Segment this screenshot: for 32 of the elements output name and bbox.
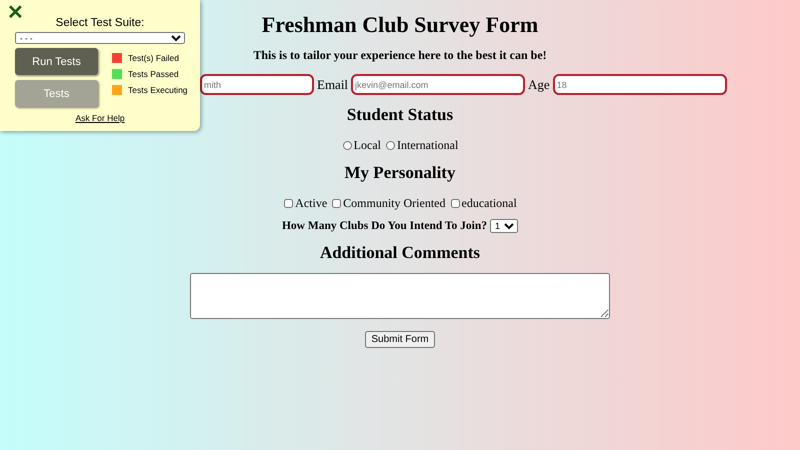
checkbox-label: Active bbox=[295, 196, 328, 211]
radio-label: Local bbox=[354, 138, 381, 153]
suite-select[interactable]: - - - bbox=[15, 32, 185, 44]
input-field[interactable]: 18 bbox=[552, 74, 727, 95]
legend-label: Tests Executing bbox=[128, 84, 188, 94]
legend-label: Test(s) Failed bbox=[128, 52, 180, 62]
checkbox[interactable] bbox=[284, 199, 294, 208]
clubs-label: How Many Clubs Do You Intend To Join? bbox=[282, 220, 488, 232]
submit-button[interactable]: Submit Form bbox=[365, 331, 435, 348]
clubs-select[interactable]: 1 bbox=[490, 219, 518, 233]
section-heading: Student Status bbox=[346, 105, 454, 125]
comments-field[interactable] bbox=[190, 273, 610, 319]
checkbox[interactable] bbox=[450, 199, 460, 208]
checkbox-label: Community Oriented bbox=[343, 196, 446, 211]
form-title: Freshman Club Survey Form bbox=[262, 12, 538, 38]
field-label: Age bbox=[528, 76, 550, 92]
radio-button[interactable] bbox=[386, 141, 395, 150]
section-heading: Additional Comments bbox=[320, 243, 480, 263]
checkbox-label: educational bbox=[462, 196, 517, 211]
help-link[interactable]: Ask For Help bbox=[15, 113, 185, 123]
section-heading: My Personality bbox=[344, 163, 456, 183]
checkbox[interactable] bbox=[332, 199, 342, 208]
radio-button[interactable] bbox=[342, 141, 352, 150]
input-field[interactable]: mith bbox=[200, 74, 314, 95]
radio-label: International bbox=[397, 138, 458, 153]
field-label: Email bbox=[317, 76, 348, 92]
close-icon[interactable]: ✕ bbox=[7, 2, 24, 24]
input-field[interactable]: jkevin@email.com bbox=[351, 74, 526, 95]
panel-title: Select Test Suite: bbox=[54, 17, 146, 29]
form-subtitle: This is to tailor your experience here to the best it can be! bbox=[253, 48, 547, 63]
test-button[interactable]: Run Tests bbox=[15, 48, 98, 75]
legend-label: Tests Passed bbox=[128, 68, 179, 78]
